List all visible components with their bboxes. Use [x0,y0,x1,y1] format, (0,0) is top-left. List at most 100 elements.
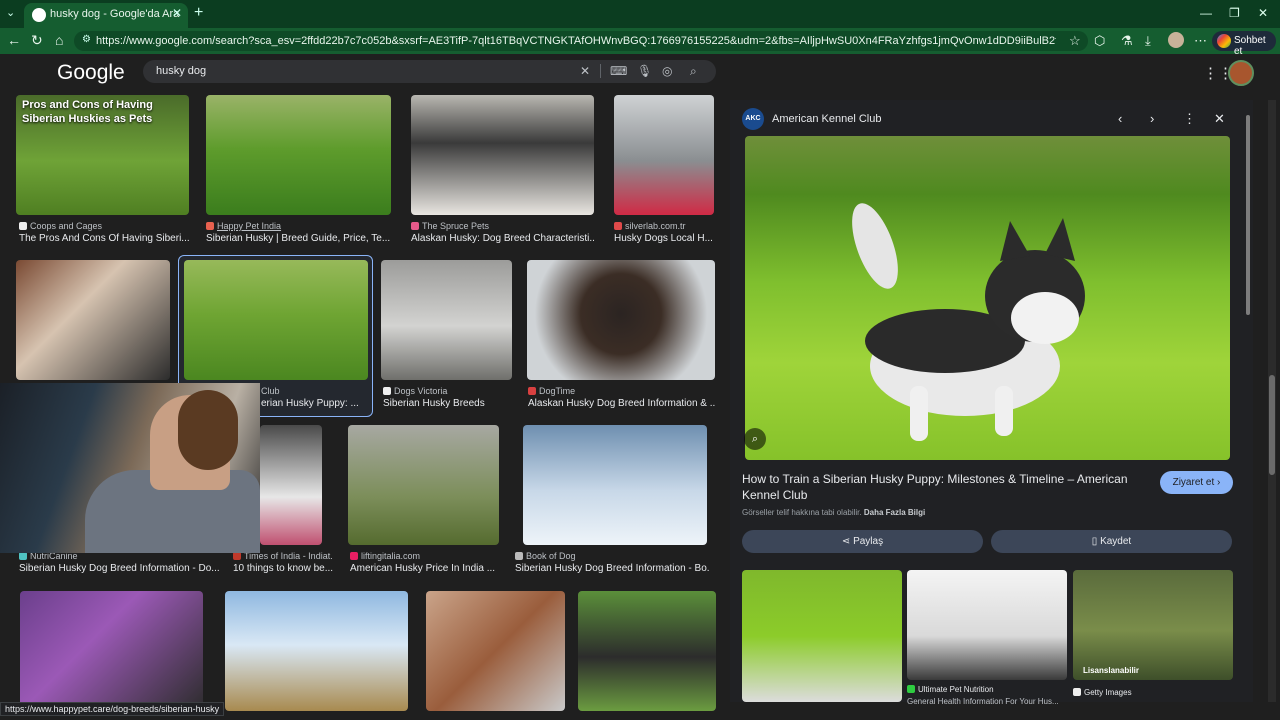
url-bar[interactable]: ⚙ https://www.google.com/search?sca_esv=… [74,31,1088,51]
keyboard-icon[interactable]: ⌨ [610,64,627,78]
source-favicon-icon [383,387,391,395]
related-image-2[interactable] [907,570,1067,680]
result-image-3[interactable] [411,95,594,215]
preview-image[interactable] [745,136,1230,460]
related-image-1[interactable] [742,570,902,702]
account-avatar[interactable] [1228,60,1254,86]
source-favicon-icon [614,222,622,230]
preview-title[interactable]: How to Train a Siberian Husky Puppy: Mil… [742,471,1142,503]
url-text[interactable]: https://www.google.com/search?sca_esv=2f… [96,35,1056,47]
tab-list-icon[interactable]: ⌄ [6,6,15,19]
result-caption-4[interactable]: Husky Dogs Local H... [614,233,714,244]
reload-icon[interactable]: ↻ [31,32,43,49]
result-caption-15[interactable]: Siberian Husky Dog Breed Information - B… [515,563,710,574]
result-source-14[interactable]: liftingitalia.com [350,551,500,561]
result-image-10[interactable] [348,425,499,545]
result-image-8[interactable] [527,260,715,380]
chat-label: Sohbet et [1234,35,1266,57]
result-caption-2[interactable]: Siberian Husky | Breed Guide, Price, Te.… [206,233,391,244]
maximize-icon[interactable]: ❐ [1229,6,1240,20]
result-source-15[interactable]: Book of Dog [515,551,710,561]
more-menu-icon[interactable]: ⋯ [1194,33,1207,49]
result-caption-8[interactable]: Alaskan Husky Dog Breed Information & ..… [528,398,715,409]
download-icon[interactable]: ⤓ [1145,33,1151,49]
result-image-9[interactable] [260,425,322,545]
profile-avatar[interactable] [1168,32,1184,48]
minimize-icon[interactable]: — [1200,6,1212,20]
source-favicon-icon [907,685,915,693]
result-caption-12[interactable]: Siberian Husky Dog Breed Information - D… [19,563,229,574]
source-logo[interactable]: AKC [742,108,764,130]
source-favicon-icon [528,387,536,395]
result-source-6[interactable]: Club [261,386,361,396]
result-source-2[interactable]: Happy Pet India [206,221,391,231]
bookmark-star-icon[interactable]: ☆ [1069,33,1081,49]
site-info-icon[interactable]: ⚙ [82,34,91,45]
google-favicon-icon [32,8,46,22]
google-logo[interactable]: Google [57,61,125,85]
result-image-16[interactable] [20,591,203,711]
result-caption-6[interactable]: erian Husky Puppy: ... [261,398,368,409]
related-image-3[interactable] [1073,570,1233,680]
source-favicon-icon [19,222,27,230]
source-favicon-icon [515,552,523,560]
source-favicon-icon [206,222,214,230]
share-button[interactable]: ⋖ Paylaş [742,530,983,553]
search-icon[interactable]: ⌕ [690,64,697,79]
extensions-icon[interactable]: ⬡ [1094,33,1105,49]
tab-close-icon[interactable]: ✕ [172,6,182,20]
flask-icon[interactable]: ⚗ [1121,33,1133,49]
related-source-3[interactable]: Getty Images [1073,688,1233,697]
related-caption-2[interactable]: General Health Information For Your Hus.… [907,697,1067,706]
window-close-icon[interactable]: ✕ [1258,6,1268,20]
browser-tab[interactable]: husky dog - Google'da Ara ✕ [24,3,188,28]
close-panel-icon[interactable]: ✕ [1214,111,1225,127]
result-source-7[interactable]: Dogs Victoria [383,386,512,396]
result-source-3[interactable]: The Spruce Pets [411,221,594,231]
result-image-18[interactable] [426,591,565,711]
source-favicon-icon [19,552,27,560]
microphone-icon[interactable]: 🎙 [637,64,652,78]
result-caption-14[interactable]: American Husky Price In India ... [350,563,500,574]
tab-title: husky dog - Google'da Ara [50,8,180,20]
related-source-2[interactable]: Ultimate Pet Nutrition [907,685,1067,694]
result-source-1[interactable]: Coops and Cages [19,221,189,231]
next-icon[interactable]: › [1150,111,1154,126]
clear-icon[interactable]: ✕ [580,64,590,78]
visual-search-icon[interactable]: ⌕ [744,428,766,450]
more-options-icon[interactable]: ⋮ [1183,111,1196,127]
tab-strip: ⌄ husky dog - Google'da Ara ✕ + — ❐ ✕ [0,0,1280,28]
search-input[interactable]: husky dog [156,65,206,77]
result-caption-7[interactable]: Siberian Husky Breeds [383,398,512,409]
page-scrollbar-thumb[interactable] [1269,375,1275,475]
visit-button[interactable]: Ziyaret et › [1160,471,1233,494]
source-favicon-icon [411,222,419,230]
source-favicon-icon [350,552,358,560]
result-image-4[interactable] [614,95,714,215]
more-info-link[interactable]: Daha Fazla Bilgi [864,508,925,517]
home-icon[interactable]: ⌂ [55,32,63,48]
result-image-17[interactable] [225,591,408,711]
previous-icon[interactable]: ‹ [1118,111,1122,126]
result-image-2[interactable] [206,95,391,215]
result-image-19[interactable] [578,591,716,711]
source-name[interactable]: American Kennel Club [772,113,881,125]
link-status-bar: https://www.happypet.care/dog-breeds/sib… [0,702,225,716]
result-image-11[interactable] [523,425,707,545]
result-image-7[interactable] [381,260,512,380]
search-box[interactable]: husky dog ✕ ⌨ 🎙 ◎ ⌕ [143,60,716,83]
new-tab-icon[interactable]: + [194,4,203,22]
save-button[interactable]: ▯ Kaydet [991,530,1232,553]
result-image-6[interactable] [184,260,368,380]
result-source-8[interactable]: DogTime [528,386,715,396]
result-source-4[interactable]: silverlab.com.tr [614,221,714,231]
back-icon[interactable]: ← [7,32,21,48]
result-caption-13[interactable]: 10 things to know be... [233,563,333,574]
lens-icon[interactable]: ◎ [662,64,672,78]
chat-button[interactable]: Sohbet et [1212,31,1276,57]
result-caption-1[interactable]: The Pros And Cons Of Having Siberi... [19,233,189,244]
source-favicon-icon [233,552,241,560]
result-image-5[interactable] [16,260,170,380]
panel-scrollbar-thumb[interactable] [1246,115,1250,315]
result-caption-3[interactable]: Alaskan Husky: Dog Breed Characteristi..… [411,233,594,244]
